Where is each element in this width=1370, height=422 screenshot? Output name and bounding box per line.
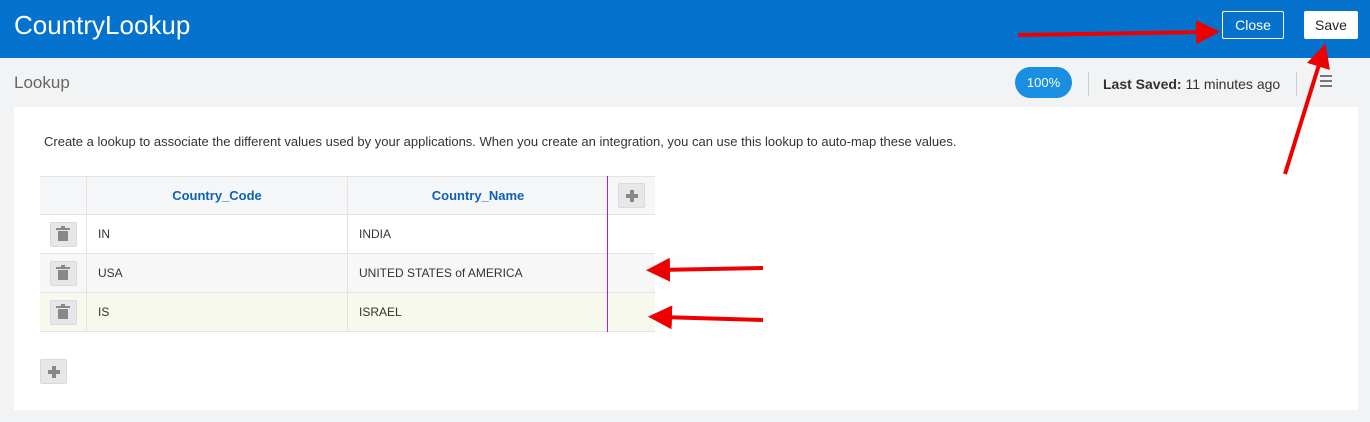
cell-country-code[interactable]: IS xyxy=(87,293,348,331)
close-button[interactable]: Close xyxy=(1222,11,1284,39)
trash-icon xyxy=(56,226,70,241)
page-title: Lookup xyxy=(14,73,70,92)
table-row[interactable]: IN INDIA xyxy=(40,215,655,254)
cell-country-name[interactable]: ISRAEL xyxy=(348,293,608,331)
divider xyxy=(1296,72,1297,96)
trash-icon xyxy=(56,304,70,319)
delete-row-button[interactable] xyxy=(49,260,77,286)
delete-row-button[interactable] xyxy=(49,299,77,325)
column-header-country-code[interactable]: Country_Code xyxy=(87,177,348,214)
plus-icon xyxy=(625,189,638,202)
plus-icon xyxy=(47,365,60,378)
cell-country-code[interactable]: USA xyxy=(87,254,348,292)
add-row-button[interactable] xyxy=(40,359,67,384)
add-column-button[interactable] xyxy=(618,183,645,208)
column-header-country-name[interactable]: Country_Name xyxy=(348,177,608,214)
app-title: CountryLookup xyxy=(14,10,191,40)
last-saved-value: 11 minutes ago xyxy=(1185,76,1281,92)
progress-badge: 100% xyxy=(1015,67,1072,98)
hamburger-icon[interactable] xyxy=(1320,75,1336,89)
last-saved-status: Last Saved: 11 minutes ago xyxy=(1103,76,1280,92)
app-header: CountryLookup Close Save xyxy=(0,0,1370,58)
column-resize-guide xyxy=(607,176,608,332)
cell-country-name[interactable]: INDIA xyxy=(348,215,608,253)
divider xyxy=(1088,72,1089,96)
table-row[interactable]: USA UNITED STATES of AMERICA xyxy=(40,254,655,293)
lookup-description: Create a lookup to associate the differe… xyxy=(44,134,957,149)
cell-country-code[interactable]: IN xyxy=(87,215,348,253)
save-button[interactable]: Save xyxy=(1304,11,1358,39)
delete-row-button[interactable] xyxy=(49,221,77,247)
trash-icon xyxy=(56,265,70,280)
table-row-selected[interactable]: IS ISRAEL xyxy=(40,293,655,332)
last-saved-label: Last Saved: xyxy=(1103,76,1182,92)
cell-country-name[interactable]: UNITED STATES of AMERICA xyxy=(348,254,608,292)
table-header-row: Country_Code Country_Name xyxy=(40,176,655,215)
